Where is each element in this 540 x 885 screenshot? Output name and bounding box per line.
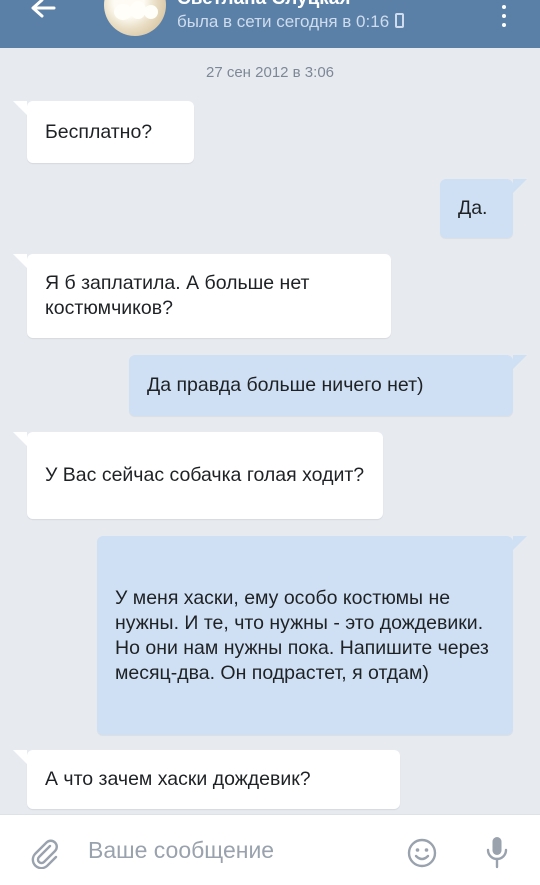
chat-header: Светлана Слуцкая была в сети сегодня в 0…	[0, 0, 540, 48]
message-text: У меня хаски, ему особо костюмы не нужны…	[115, 586, 489, 684]
contact-name[interactable]: Светлана Слуцкая	[177, 0, 350, 10]
last-seen-status: была в сети сегодня в 0:16	[177, 12, 405, 32]
microphone-icon[interactable]	[484, 835, 510, 871]
message-text: У Вас сейчас собачка голая ходит?	[45, 464, 365, 486]
message-incoming: Бесплатно?	[13, 101, 194, 163]
last-seen-text: была в сети сегодня в 0:16	[177, 12, 390, 31]
message-incoming: А что зачем хаски дождевик?	[13, 750, 400, 809]
message-text: Я б заплатила. А больше нет костюмчиков?	[45, 272, 310, 319]
message-date: 27 сен 2012 в 3:06	[205, 64, 334, 81]
online-phone-icon	[395, 13, 405, 28]
message-incoming: Я б заплатила. А больше нет костюмчиков?	[13, 254, 391, 338]
message-text: Да.	[458, 197, 488, 219]
message-composer: Ваше сообщение	[0, 814, 540, 885]
smile-icon[interactable]	[406, 837, 438, 869]
message-incoming: У Вас сейчас собачка голая ходит?	[13, 432, 383, 519]
message-text: Да правда больше ничего нет)	[147, 374, 424, 396]
message-text: Бесплатно?	[45, 120, 153, 143]
message-outgoing: У меня хаски, ему особо костюмы не нужны…	[97, 536, 527, 735]
avatar[interactable]	[104, 0, 166, 36]
message-outgoing: Да.	[440, 179, 527, 238]
more-vertical-icon[interactable]	[494, 2, 514, 30]
paperclip-icon[interactable]	[28, 837, 60, 869]
message-text: А что зачем хаски дождевик?	[45, 768, 311, 790]
message-input[interactable]: Ваше сообщение	[88, 837, 274, 864]
message-outgoing: Да правда больше ничего нет)	[129, 355, 527, 416]
back-arrow-icon[interactable]	[22, 0, 62, 30]
